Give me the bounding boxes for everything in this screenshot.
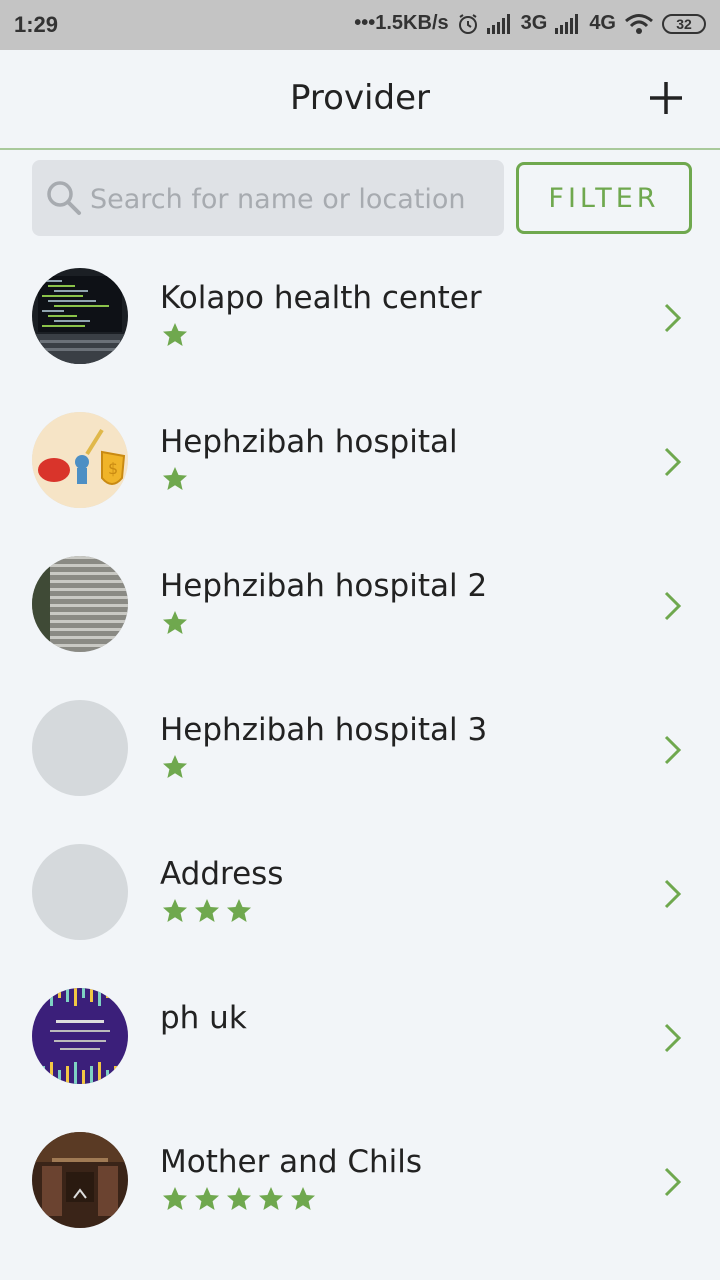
- chevron-right-icon: [664, 1023, 682, 1053]
- star-icon: [195, 1187, 219, 1210]
- wifi-icon: [625, 13, 653, 34]
- star-icon: [163, 611, 187, 634]
- provider-avatar: [32, 844, 128, 940]
- alarm-icon: [458, 13, 477, 34]
- status-bar: 1:29 •••1.5KB/s 3G 4G 32: [0, 0, 720, 50]
- rating-stars: [162, 322, 188, 348]
- chevron-right-icon: [664, 879, 682, 909]
- provider-name: Hephzibah hospital 2: [160, 568, 488, 604]
- chevron-right-icon: [664, 735, 682, 765]
- provider-avatar: $: [32, 412, 128, 508]
- star-icon: [163, 323, 187, 346]
- battery-level: 32: [676, 15, 692, 32]
- network-4g-label: 4G: [589, 12, 616, 34]
- status-icons: •••1.5KB/s 3G 4G 32: [354, 12, 706, 35]
- provider-row[interactable]: Address: [0, 822, 720, 966]
- provider-avatar: [32, 556, 128, 652]
- provider-row[interactable]: Kolapo health center: [0, 246, 720, 390]
- star-icon: [227, 1187, 251, 1210]
- provider-avatar: [32, 1132, 128, 1228]
- provider-name: Hephzibah hospital: [160, 424, 458, 460]
- provider-name: Address: [160, 856, 284, 892]
- star-icon: [163, 1187, 187, 1210]
- star-icon: [195, 899, 219, 922]
- star-icon: [163, 755, 187, 778]
- rating-stars: [162, 1186, 316, 1212]
- star-icon: [163, 467, 187, 490]
- provider-row[interactable]: Hephzibah hospital 2: [0, 534, 720, 678]
- chevron-right-icon: [664, 591, 682, 621]
- chevron-right-icon: [664, 303, 682, 333]
- chevron-right-icon: [664, 447, 682, 477]
- provider-row[interactable]: ph uk: [0, 966, 720, 1110]
- rating-stars: [162, 466, 188, 492]
- search-bar[interactable]: [32, 160, 504, 238]
- provider-avatar: [32, 988, 128, 1084]
- provider-avatar: [32, 700, 128, 796]
- signal-icon: [486, 13, 510, 34]
- search-input[interactable]: [88, 160, 492, 238]
- plus-icon: [650, 82, 682, 114]
- provider-name: Mother and Chils: [160, 1144, 423, 1180]
- provider-row[interactable]: Mother and Chils: [0, 1110, 720, 1254]
- add-provider-button[interactable]: [646, 78, 686, 118]
- page-title: Provider: [290, 78, 430, 118]
- provider-name: ph uk: [160, 1000, 247, 1036]
- provider-row[interactable]: $ Hephzibah hospital: [0, 390, 720, 534]
- app-bar: Provider: [0, 50, 720, 150]
- signal-icon-2: [555, 13, 579, 34]
- rating-stars: [162, 610, 188, 636]
- rating-stars: [162, 898, 252, 924]
- filter-button[interactable]: FILTER: [516, 162, 692, 234]
- chevron-right-icon: [664, 1167, 682, 1197]
- star-icon: [163, 899, 187, 922]
- rating-stars: [162, 754, 188, 780]
- star-icon: [259, 1187, 283, 1210]
- star-icon: [291, 1187, 315, 1210]
- battery-icon: 32: [662, 13, 706, 34]
- network-3g-label: 3G: [520, 12, 548, 34]
- svg-text:$: $: [108, 459, 118, 478]
- search-icon: [47, 181, 81, 215]
- provider-name: Hephzibah hospital 3: [160, 712, 488, 748]
- provider-name: Kolapo health center: [160, 280, 482, 316]
- status-time: 1:29: [14, 12, 59, 37]
- network-speed: •••1.5KB/s: [354, 12, 449, 34]
- provider-row[interactable]: Hephzibah hospital 3: [0, 678, 720, 822]
- star-icon: [227, 899, 251, 922]
- provider-avatar: [32, 268, 128, 364]
